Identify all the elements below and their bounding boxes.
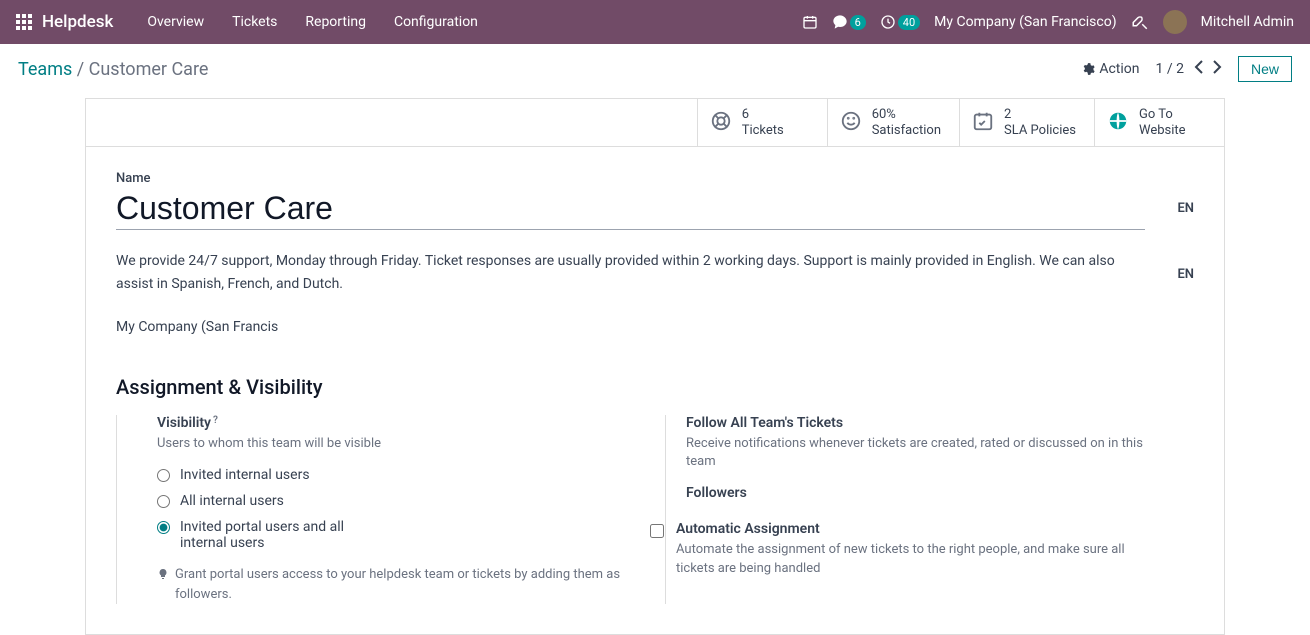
auto-title: Automatic Assignment [676,521,1164,537]
avatar[interactable] [1163,10,1187,34]
stat-sla-label: SLA Policies [1004,123,1076,139]
stat-row: 6 Tickets 60% Satisfaction [86,99,1224,147]
calendar-check-icon [972,110,994,136]
form-sheet: 6 Tickets 60% Satisfaction [85,98,1225,635]
company-field[interactable]: My Company (San Francis [116,319,1194,335]
action-label: Action [1099,61,1139,77]
stat-website-line2: Website [1139,123,1186,139]
bulb-icon [157,567,169,588]
description-row: We provide 24/7 support, Monday through … [116,250,1194,295]
activities-icon[interactable]: 40 [880,14,920,30]
pager-text[interactable]: 1 / 2 [1156,61,1184,77]
calendar-icon[interactable] [802,14,818,30]
new-button[interactable]: New [1238,56,1292,82]
visibility-option-2[interactable]: Invited portal users and all internal us… [157,519,635,551]
visibility-radio-0[interactable] [157,469,170,482]
action-button[interactable]: Action [1081,61,1139,77]
visibility-hint: Grant portal users access to your helpde… [157,565,635,604]
breadcrumb-current: Customer Care [89,59,209,80]
visibility-option-0[interactable]: Invited internal users [157,467,635,483]
breadcrumb: Teams / Customer Care [18,59,208,80]
breadcrumb-sep: / [77,59,84,80]
visibility-title: Visibility [157,415,211,431]
visibility-option-0-label: Invited internal users [180,467,310,483]
stat-tickets-label: Tickets [742,123,784,139]
auto-desc: Automate the assignment of new tickets t… [676,541,1164,577]
col-visibility: Visibility ? Users to whom this team wil… [116,415,665,604]
navbar: Helpdesk Overview Tickets Reporting Conf… [0,0,1310,44]
help-icon[interactable]: ? [213,415,218,426]
visibility-option-2-label: Invited portal users and all internal us… [180,519,390,551]
life-ring-icon [710,110,732,136]
pager-prev[interactable] [1194,60,1204,78]
auto-assignment-row: Automatic Assignment Automate the assign… [650,521,1164,591]
nav-configuration[interactable]: Configuration [380,14,492,30]
stat-sla-value: 2 [1004,107,1076,123]
stat-tickets-value: 6 [742,107,784,123]
follow-desc: Receive notifications whenever tickets a… [686,435,1164,471]
globe-icon [1107,110,1129,136]
scroll-region[interactable]: 6 Tickets 60% Satisfaction [0,90,1310,635]
visibility-subdesc: Users to whom this team will be visible [157,435,635,453]
username[interactable]: Mitchell Admin [1201,14,1294,30]
follow-title: Follow All Team's Tickets [686,415,1164,431]
apps-icon[interactable] [16,14,32,30]
name-lang-tag[interactable]: EN [1177,201,1194,216]
name-input[interactable] [116,186,1145,230]
stat-sla[interactable]: 2 SLA Policies [959,99,1094,146]
two-col: Visibility ? Users to whom this team wil… [116,415,1194,604]
name-field-block: Name EN [116,171,1194,230]
stat-website-line1: Go To [1139,107,1186,123]
description-lang-tag[interactable]: EN [1177,267,1194,282]
nav-tickets[interactable]: Tickets [218,14,291,30]
stat-website[interactable]: Go To Website [1094,99,1224,146]
content-area: Teams / Customer Care Action 1 / 2 New [0,44,1310,635]
nav-overview[interactable]: Overview [133,14,218,30]
messages-badge: 6 [850,15,866,30]
visibility-radio-group: Invited internal users All internal user… [157,467,635,551]
sheet-body: Name EN We provide 24/7 support, Monday … [86,147,1224,634]
breadcrumb-root[interactable]: Teams [18,59,72,80]
nav-reporting[interactable]: Reporting [291,14,380,30]
navbar-right: 6 40 My Company (San Francisco) Mitchell… [802,10,1294,34]
follow-block: Follow All Team's Tickets Receive notifi… [686,415,1164,501]
visibility-option-1[interactable]: All internal users [157,493,635,509]
stat-satisfaction-value: 60% [872,107,941,123]
name-label: Name [116,171,1194,186]
col-follow: Follow All Team's Tickets Receive notifi… [665,415,1194,604]
subheader-right: Action 1 / 2 New [1081,56,1292,82]
visibility-hint-text: Grant portal users access to your helpde… [175,565,635,604]
visibility-option-1-label: All internal users [180,493,284,509]
visibility-radio-1[interactable] [157,495,170,508]
debug-icon[interactable] [1131,13,1149,31]
followers-label: Followers [686,485,1164,501]
app-title[interactable]: Helpdesk [42,12,113,32]
stat-tickets[interactable]: 6 Tickets [697,99,827,146]
company-selector[interactable]: My Company (San Francisco) [934,14,1116,30]
smile-icon [840,110,862,136]
stat-satisfaction-label: Satisfaction [872,123,941,139]
navbar-left: Helpdesk Overview Tickets Reporting Conf… [16,12,492,32]
visibility-heading: Visibility ? [157,415,635,431]
pager: 1 / 2 [1156,60,1222,78]
messages-icon[interactable]: 6 [832,14,866,30]
activities-badge: 40 [898,15,920,30]
stat-satisfaction[interactable]: 60% Satisfaction [827,99,959,146]
subheader: Teams / Customer Care Action 1 / 2 New [0,44,1310,90]
section-assignment-visibility: Assignment & Visibility [116,375,1194,399]
description-text[interactable]: We provide 24/7 support, Monday through … [116,250,1165,295]
pager-next[interactable] [1212,60,1222,78]
visibility-radio-2[interactable] [157,521,170,534]
auto-assignment-checkbox[interactable] [650,524,664,538]
